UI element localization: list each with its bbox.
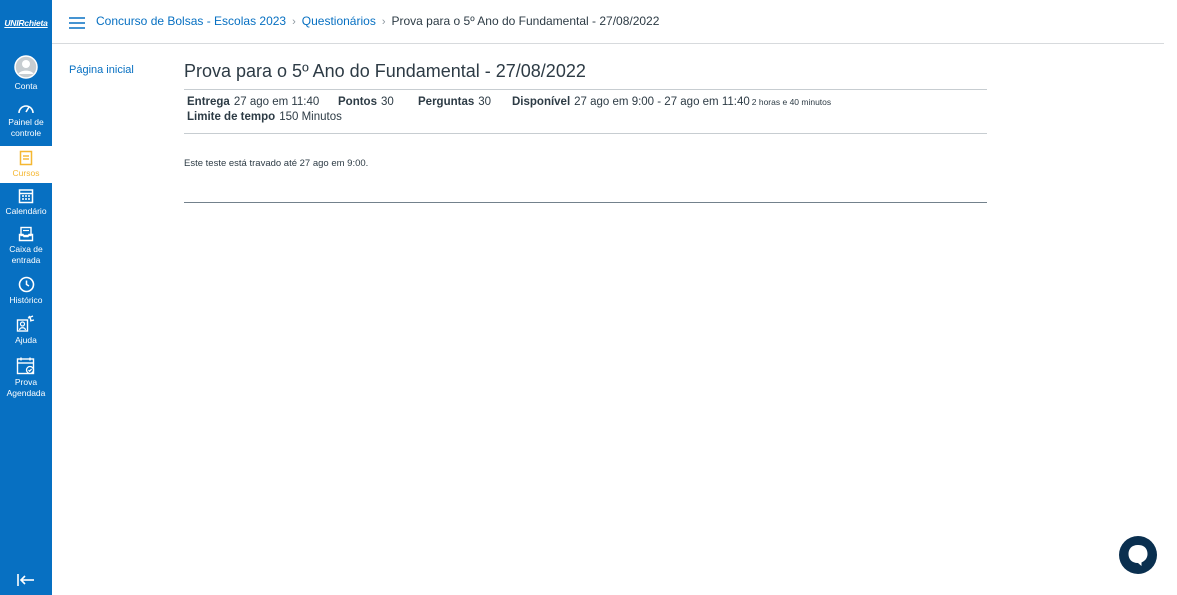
questions-label: Perguntas [418,96,475,108]
nav-item-dashboard[interactable]: Painel de controle [0,101,52,141]
page-title: Prova para o 5º Ano do Fundamental - 27/… [184,61,586,81]
collapse-nav-button[interactable] [14,570,38,590]
dashboard-icon [18,105,34,114]
nav-label: Calendário [5,206,47,216]
collapse-arrow-icon [17,574,34,586]
due-label: Entrega [187,96,230,108]
nav-label: Agendada [6,388,46,398]
nav-item-help[interactable]: Ajuda [0,315,52,347]
hamburger-icon [69,17,85,29]
header-divider [52,43,1164,44]
time-limit: Limite de tempo 150 Minutos [187,111,342,123]
questions: Perguntas 30 [418,96,491,108]
chat-button[interactable] [1119,536,1157,574]
points-label: Pontos [338,96,377,108]
chat-bubble-icon [1128,545,1148,566]
time-limit-value: 150 Minutos [279,111,342,123]
course-nav-home-link[interactable]: Página inicial [69,64,134,76]
nav-item-account[interactable]: Conta [0,55,52,93]
logo[interactable]: UNIRchieta [0,18,52,28]
global-nav: UNIRchieta Conta Painel de controle Curs… [0,0,52,595]
help-icon [16,315,35,332]
points: Pontos 30 [338,96,394,108]
details-divider [184,133,987,134]
avatar-icon [14,55,38,79]
nav-item-inbox[interactable]: Caixa de entrada [0,226,52,266]
nav-item-calendar[interactable]: Calendário [0,188,52,218]
points-value: 30 [380,96,394,108]
nav-label: Prova [14,377,38,387]
breadcrumb-course-link[interactable]: Concurso de Bolsas - Escolas 2023 [96,14,286,28]
nav-label: Histórico [9,295,43,305]
available-label: Disponível [512,96,571,108]
content-divider [184,202,987,203]
questions-value: 30 [478,96,492,108]
breadcrumb-quizzes-link[interactable]: Questionários [302,14,376,28]
nav-label: Conta [14,81,38,91]
courses-icon [19,150,33,166]
calendar-check-icon [16,357,35,375]
availability: Disponível 27 ago em 9:00 - 27 ago em 11:… [512,96,831,108]
breadcrumb-separator: › [292,16,296,28]
nav-item-scheduled-exam[interactable]: Prova Agendada [0,357,52,401]
calendar-icon [18,189,34,204]
breadcrumb-current: Prova para o 5º Ano do Fundamental - 27/… [391,14,660,28]
title-divider [184,89,987,90]
locked-message: Este teste está travado até 27 ago em 9:… [184,158,369,169]
menu-toggle-button[interactable] [69,16,85,30]
breadcrumb-separator: › [381,16,386,28]
clock-icon [18,276,34,293]
nav-item-courses[interactable]: Cursos [0,146,52,183]
inbox-icon [18,226,34,242]
breadcrumb: Concurso de Bolsas - Escolas 2023 › Questi… [96,14,659,28]
due-value: 27 ago em 11:40 [233,96,320,108]
nav-label: entrada [11,255,41,265]
nav-item-history[interactable]: Histórico [0,276,52,306]
time-limit-label: Limite de tempo [187,111,276,123]
nav-label: Ajuda [15,335,37,345]
nav-label: controle [10,128,42,138]
nav-label: Caixa de [9,244,43,254]
available-value: 27 ago em 9:00 - 27 ago em 11:40 [574,96,750,108]
nav-label: Cursos [12,168,40,178]
course-nav: Página inicial [69,64,134,76]
due-date: Entrega 27 ago em 11:40 [187,96,319,108]
nav-label: Painel de [8,117,44,127]
available-duration: 2 horas e 40 minutos [751,97,832,107]
